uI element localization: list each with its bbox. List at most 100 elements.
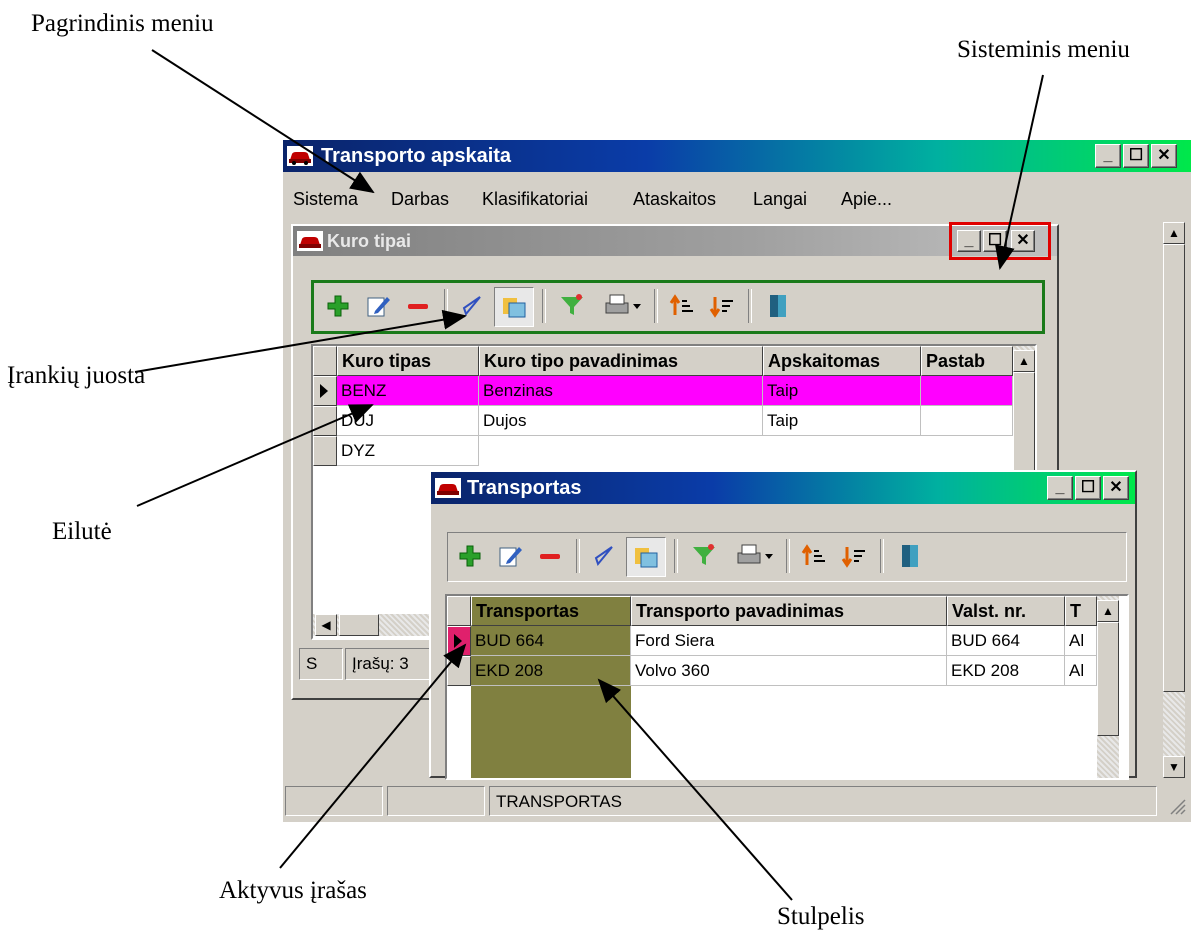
menu-klasifikatoriai[interactable]: Klasifikatoriai bbox=[482, 184, 588, 214]
menu-sistema[interactable]: Sistema bbox=[293, 184, 358, 214]
transport-grid[interactable]: Transportas Transporto pavadinimas Valst… bbox=[445, 594, 1129, 780]
kuro-title-bar[interactable]: Kuro tipai _ ☐ ✕ bbox=[293, 222, 1057, 260]
maximize-button[interactable]: ☐ bbox=[1123, 144, 1149, 168]
transport-toolbar bbox=[447, 532, 1127, 582]
close-button[interactable]: ✕ bbox=[1151, 144, 1177, 168]
print-icon[interactable] bbox=[598, 289, 646, 323]
sort-descending-icon[interactable] bbox=[704, 289, 740, 323]
scroll-thumb[interactable] bbox=[339, 614, 379, 636]
column-header-kuro-tipas[interactable]: Kuro tipas bbox=[337, 346, 479, 376]
column-header-transportas[interactable]: Transportas bbox=[471, 596, 631, 626]
scroll-left-icon[interactable]: ◀ bbox=[315, 614, 337, 636]
annotation-column: Stulpelis bbox=[777, 903, 865, 930]
add-icon[interactable] bbox=[452, 539, 488, 573]
transport-minimize-button[interactable]: _ bbox=[1047, 476, 1073, 500]
refresh-icon[interactable] bbox=[454, 289, 490, 323]
view-icon[interactable] bbox=[494, 287, 534, 327]
status-panel-2 bbox=[387, 786, 485, 816]
kuro-window-title: Kuro tipai bbox=[327, 231, 411, 251]
toolbar-separator bbox=[542, 289, 546, 323]
sort-descending-icon[interactable] bbox=[836, 539, 872, 573]
row-indicator[interactable] bbox=[313, 406, 337, 436]
column-header-apskaitomas[interactable]: Apskaitomas bbox=[763, 346, 921, 376]
column-header-transporto-pavadinimas[interactable]: Transporto pavadinimas bbox=[631, 596, 947, 626]
row-indicator[interactable] bbox=[447, 626, 471, 656]
scroll-up-icon[interactable]: ▲ bbox=[1163, 222, 1185, 244]
column-header-t[interactable]: T bbox=[1065, 596, 1097, 626]
table-row[interactable]: BENZ Benzinas Taip bbox=[337, 376, 1013, 406]
row-indicator[interactable] bbox=[313, 376, 337, 406]
table-row[interactable]: EKD 208 Volvo 360 EKD 208 Al bbox=[471, 656, 1097, 686]
transport-window-title: Transportas bbox=[467, 477, 582, 499]
status-panel-text: TRANSPORTAS bbox=[489, 786, 1157, 816]
mdi-vertical-scrollbar[interactable]: ▲ ▼ bbox=[1163, 222, 1185, 778]
column-header-kuro-tipo-pavadinimas[interactable]: Kuro tipo pavadinimas bbox=[479, 346, 763, 376]
refresh-icon[interactable] bbox=[586, 539, 622, 573]
menu-darbas[interactable]: Darbas bbox=[391, 184, 449, 214]
sort-ascending-icon[interactable] bbox=[796, 539, 832, 573]
toolbar-separator bbox=[748, 289, 752, 323]
status-panel-1 bbox=[285, 786, 383, 816]
cell: Ford Siera bbox=[631, 626, 947, 656]
scroll-up-icon[interactable]: ▲ bbox=[1097, 600, 1119, 622]
scroll-up-icon[interactable]: ▲ bbox=[1013, 350, 1035, 372]
column-header-valst-nr[interactable]: Valst. nr. bbox=[947, 596, 1065, 626]
exit-icon[interactable] bbox=[892, 539, 928, 573]
view-icon[interactable] bbox=[626, 537, 666, 577]
annotation-system-menu: Sisteminis meniu bbox=[957, 36, 1130, 63]
cell: Volvo 360 bbox=[631, 656, 947, 686]
main-window: Transporto apskaita _ ☐ ✕ Sistema Darbas… bbox=[283, 140, 1191, 822]
toolbar-separator bbox=[786, 539, 790, 573]
active-cell: BUD 664 bbox=[471, 626, 631, 656]
filter-icon[interactable] bbox=[554, 289, 590, 323]
menu-langai[interactable]: Langai bbox=[753, 184, 807, 214]
row-indicator[interactable] bbox=[313, 436, 337, 466]
resize-grip-icon[interactable] bbox=[1167, 796, 1187, 816]
main-status-bar: TRANSPORTAS bbox=[283, 782, 1191, 818]
kuro-maximize-button[interactable]: ☐ bbox=[983, 230, 1007, 252]
exit-icon[interactable] bbox=[760, 289, 796, 323]
annotation-active-record: Aktyvus įrašas bbox=[219, 877, 367, 904]
current-row-arrow-icon bbox=[320, 384, 328, 398]
scroll-thumb[interactable] bbox=[1097, 622, 1119, 736]
edit-icon[interactable] bbox=[492, 539, 528, 573]
kuro-header-indicator bbox=[313, 346, 337, 376]
kuro-close-button[interactable]: ✕ bbox=[1011, 230, 1035, 252]
main-window-title: Transporto apskaita bbox=[321, 145, 512, 167]
table-row[interactable]: BUD 664 Ford Siera BUD 664 Al bbox=[471, 626, 1097, 656]
scroll-down-icon[interactable]: ▼ bbox=[1163, 756, 1185, 778]
menu-ataskaitos[interactable]: Ataskaitos bbox=[633, 184, 716, 214]
delete-icon[interactable] bbox=[400, 289, 436, 323]
print-icon[interactable] bbox=[730, 539, 778, 573]
scroll-thumb[interactable] bbox=[1163, 244, 1185, 692]
delete-icon[interactable] bbox=[532, 539, 568, 573]
transport-grid-vertical-scrollbar[interactable]: ▲ bbox=[1097, 596, 1119, 778]
cell: Al bbox=[1065, 626, 1097, 656]
kuro-minimize-button[interactable]: _ bbox=[957, 230, 981, 252]
transport-close-button[interactable]: ✕ bbox=[1103, 476, 1129, 500]
car-icon bbox=[297, 231, 323, 251]
menu-apie[interactable]: Apie... bbox=[841, 184, 892, 214]
current-row-arrow-icon bbox=[454, 634, 462, 648]
table-row[interactable]: DUJ Dujos Taip bbox=[337, 406, 1013, 436]
toolbar-separator bbox=[674, 539, 678, 573]
column-header-pastabos[interactable]: Pastab bbox=[921, 346, 1013, 376]
main-title-bar[interactable]: Transporto apskaita _ ☐ ✕ bbox=[283, 140, 1191, 172]
transport-title-bar[interactable]: Transportas _ ☐ ✕ bbox=[431, 472, 1135, 504]
transport-maximize-button[interactable]: ☐ bbox=[1075, 476, 1101, 500]
add-icon[interactable] bbox=[320, 289, 356, 323]
filter-icon[interactable] bbox=[686, 539, 722, 573]
kuro-toolbar bbox=[311, 280, 1045, 334]
car-icon bbox=[287, 146, 313, 166]
active-column-cell: EKD 208 bbox=[471, 656, 631, 686]
minimize-button[interactable]: _ bbox=[1095, 144, 1121, 168]
annotation-toolbar: Įrankių juosta bbox=[7, 362, 146, 389]
sort-ascending-icon[interactable] bbox=[664, 289, 700, 323]
edit-icon[interactable] bbox=[360, 289, 396, 323]
row-indicator[interactable] bbox=[447, 656, 471, 686]
toolbar-separator bbox=[654, 289, 658, 323]
cell: Taip bbox=[763, 376, 921, 406]
transportas-window: Transportas _ ☐ ✕ Transportas Transporto… bbox=[429, 470, 1137, 780]
table-row[interactable]: DYZ bbox=[337, 436, 1013, 466]
cell: EKD 208 bbox=[947, 656, 1065, 686]
